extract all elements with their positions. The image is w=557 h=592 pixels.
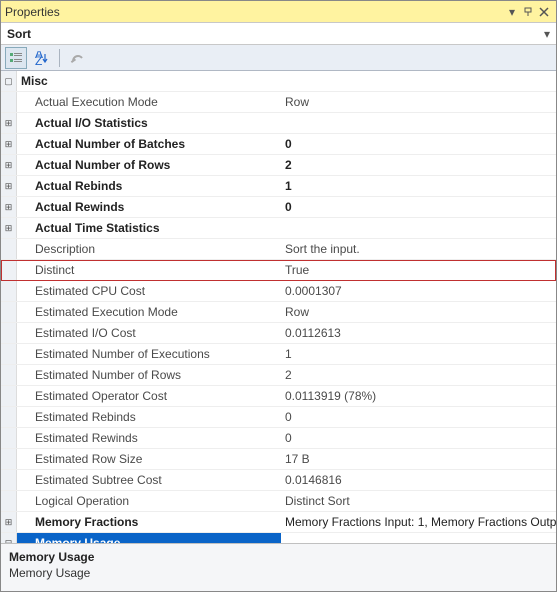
pin-icon[interactable]	[520, 4, 536, 20]
prop-actual-execution-mode[interactable]: Actual Execution Mode Row	[1, 92, 556, 113]
expand-icon[interactable]: ⊞	[1, 176, 17, 196]
property-pages-button[interactable]	[66, 47, 88, 69]
prop-estimated-rebinds[interactable]: Estimated Rebinds 0	[1, 407, 556, 428]
prop-actual-number-of-batches[interactable]: ⊞ Actual Number of Batches 0	[1, 134, 556, 155]
prop-logical-operation[interactable]: Logical Operation Distinct Sort	[1, 491, 556, 512]
window-title: Properties	[5, 5, 504, 19]
prop-estimated-rewinds[interactable]: Estimated Rewinds 0	[1, 428, 556, 449]
collapse-icon[interactable]: ⊟	[1, 533, 17, 543]
categorized-button[interactable]	[5, 47, 27, 69]
titlebar: Properties ▾	[1, 1, 556, 23]
expand-icon[interactable]: ⊞	[1, 512, 17, 532]
description-title: Memory Usage	[9, 550, 548, 564]
prop-actual-number-of-rows[interactable]: ⊞ Actual Number of Rows 2	[1, 155, 556, 176]
prop-distinct[interactable]: Distinct True	[1, 260, 556, 281]
svg-text:Z: Z	[35, 54, 42, 65]
expand-icon[interactable]: ⊞	[1, 134, 17, 154]
category-row-misc[interactable]: ▢ Misc	[1, 71, 556, 92]
prop-estimated-io-cost[interactable]: Estimated I/O Cost 0.0112613	[1, 323, 556, 344]
prop-estimated-row-size[interactable]: Estimated Row Size 17 B	[1, 449, 556, 470]
prop-description[interactable]: Description Sort the input.	[1, 239, 556, 260]
prop-memory-usage[interactable]: ⊟ Memory Usage	[1, 533, 556, 543]
expand-icon[interactable]: ⊞	[1, 197, 17, 217]
collapse-icon[interactable]: ▢	[1, 71, 17, 91]
prop-memory-fractions[interactable]: ⊞ Memory Fractions Memory Fractions Inpu…	[1, 512, 556, 533]
expand-icon[interactable]: ⊞	[1, 155, 17, 175]
alphabetical-button[interactable]: AZ	[31, 47, 53, 69]
property-grid: ▢ Misc Actual Execution Mode Row ⊞ Actua…	[1, 71, 556, 543]
toolbar: AZ	[1, 45, 556, 71]
close-icon[interactable]	[536, 4, 552, 20]
prop-actual-time-statistics[interactable]: ⊞ Actual Time Statistics	[1, 218, 556, 239]
prop-estimated-operator-cost[interactable]: Estimated Operator Cost 0.0113919 (78%)	[1, 386, 556, 407]
prop-estimated-cpu-cost[interactable]: Estimated CPU Cost 0.0001307	[1, 281, 556, 302]
expand-icon[interactable]: ⊞	[1, 218, 17, 238]
chevron-down-icon: ▾	[544, 27, 550, 41]
description-body: Memory Usage	[9, 566, 548, 580]
prop-actual-rewinds[interactable]: ⊞ Actual Rewinds 0	[1, 197, 556, 218]
prop-estimated-execution-mode[interactable]: Estimated Execution Mode Row	[1, 302, 556, 323]
expand-icon[interactable]: ⊞	[1, 113, 17, 133]
prop-estimated-number-of-rows[interactable]: Estimated Number of Rows 2	[1, 365, 556, 386]
object-selector[interactable]: Sort ▾	[1, 23, 556, 45]
prop-actual-rebinds[interactable]: ⊞ Actual Rebinds 1	[1, 176, 556, 197]
object-name: Sort	[7, 27, 544, 41]
prop-actual-io-statistics[interactable]: ⊞ Actual I/O Statistics	[1, 113, 556, 134]
prop-estimated-subtree-cost[interactable]: Estimated Subtree Cost 0.0146816	[1, 470, 556, 491]
prop-estimated-number-of-executions[interactable]: Estimated Number of Executions 1	[1, 344, 556, 365]
toolbar-separator	[59, 49, 60, 67]
description-pane: Memory Usage Memory Usage	[1, 543, 556, 591]
dropdown-icon[interactable]: ▾	[504, 4, 520, 20]
